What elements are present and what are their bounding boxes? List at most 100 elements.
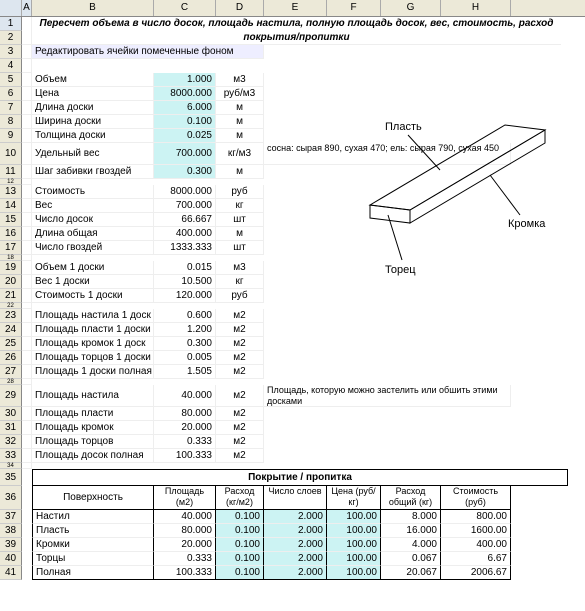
rowhead[interactable]: 21 bbox=[0, 289, 22, 303]
table-row-cons[interactable]: 0.100 bbox=[216, 510, 264, 524]
rowhead[interactable]: 16 bbox=[0, 227, 22, 241]
rowhead[interactable]: 26 bbox=[0, 351, 22, 365]
colhead-A[interactable]: A bbox=[22, 0, 32, 16]
colhead-F[interactable]: F bbox=[327, 0, 381, 16]
val-in4[interactable]: 0.025 bbox=[154, 129, 216, 143]
table-row-price[interactable]: 100.00 bbox=[327, 510, 381, 524]
table-row-area: 0.333 bbox=[154, 552, 216, 566]
table-row-price[interactable]: 100.00 bbox=[327, 538, 381, 552]
label-r1-4: Число гвоздей bbox=[32, 241, 154, 255]
unit-ta3: м2 bbox=[216, 435, 264, 449]
rowhead[interactable]: 2 bbox=[0, 31, 22, 45]
label-r1-1: Вес bbox=[32, 199, 154, 213]
colhead-H[interactable]: H bbox=[441, 0, 511, 16]
rowhead[interactable]: 15 bbox=[0, 213, 22, 227]
table-row-price[interactable]: 100.00 bbox=[327, 524, 381, 538]
table-row-layers[interactable]: 2.000 bbox=[264, 538, 327, 552]
colhead-B[interactable]: B bbox=[32, 0, 154, 16]
rowhead[interactable]: 19 bbox=[0, 261, 22, 275]
unit-ta2: м2 bbox=[216, 421, 264, 435]
table-row-price[interactable]: 100.00 bbox=[327, 566, 381, 580]
colhead-G[interactable]: G bbox=[381, 0, 441, 16]
val-in2[interactable]: 6.000 bbox=[154, 101, 216, 115]
rowhead[interactable]: 13 bbox=[0, 185, 22, 199]
rowhead[interactable]: 9 bbox=[0, 129, 22, 143]
rowhead[interactable]: 27 bbox=[0, 365, 22, 379]
val-density[interactable]: 700.000 bbox=[154, 143, 216, 165]
val-ta2: 20.000 bbox=[154, 421, 216, 435]
table-row-cons[interactable]: 0.100 bbox=[216, 524, 264, 538]
rowhead[interactable]: 38 bbox=[0, 524, 22, 538]
rowhead[interactable]: 32 bbox=[0, 435, 22, 449]
val-in1[interactable]: 8000.000 bbox=[154, 87, 216, 101]
unit-in1: руб/м3 bbox=[216, 87, 264, 101]
rowhead[interactable]: 37 bbox=[0, 510, 22, 524]
label-r1-2: Число досок bbox=[32, 213, 154, 227]
rowhead[interactable]: 24 bbox=[0, 323, 22, 337]
rowhead[interactable]: 36 bbox=[0, 486, 22, 510]
val-in3[interactable]: 0.100 bbox=[154, 115, 216, 129]
label-pba-2: Площадь кромок 1 доск bbox=[32, 337, 154, 351]
colhead-E[interactable]: E bbox=[264, 0, 327, 16]
val-nailstep[interactable]: 0.300 bbox=[154, 165, 216, 179]
table-row-cons[interactable]: 0.100 bbox=[216, 566, 264, 580]
rowhead[interactable]: 17 bbox=[0, 241, 22, 255]
rowhead[interactable]: 40 bbox=[0, 552, 22, 566]
table-row-label: Торцы bbox=[32, 552, 154, 566]
unit-r1-4: шт bbox=[216, 241, 264, 255]
label-pba-3: Площадь торцов 1 доски bbox=[32, 351, 154, 365]
rowhead[interactable]: 35 bbox=[0, 469, 22, 486]
rowhead[interactable]: 33 bbox=[0, 449, 22, 463]
rowhead[interactable]: 3 bbox=[0, 45, 22, 59]
table-row-area: 40.000 bbox=[154, 510, 216, 524]
rowhead[interactable]: 5 bbox=[0, 73, 22, 87]
rowhead[interactable]: 11 bbox=[0, 165, 22, 179]
rowhead[interactable]: 1 bbox=[0, 17, 22, 31]
rowhead[interactable]: 30 bbox=[0, 407, 22, 421]
table-row-cost: 1600.00 bbox=[441, 524, 511, 538]
table-row-layers[interactable]: 2.000 bbox=[264, 510, 327, 524]
table-row-layers[interactable]: 2.000 bbox=[264, 566, 327, 580]
colhead-C[interactable]: C bbox=[154, 0, 216, 16]
rowhead[interactable]: 41 bbox=[0, 566, 22, 580]
val-r1-3: 400.000 bbox=[154, 227, 216, 241]
rowhead[interactable]: 31 bbox=[0, 421, 22, 435]
rowhead[interactable]: 8 bbox=[0, 115, 22, 129]
table-row-area: 20.000 bbox=[154, 538, 216, 552]
rowhead[interactable]: 10 bbox=[0, 143, 22, 165]
table-row-price[interactable]: 100.00 bbox=[327, 552, 381, 566]
colhead-D[interactable]: D bbox=[216, 0, 264, 16]
unit-r1-1: кг bbox=[216, 199, 264, 213]
label-in2: Длина доски bbox=[32, 101, 154, 115]
rowhead[interactable]: 4 bbox=[0, 59, 22, 73]
sheet-body[interactable]: Пересчет объема в число досок, площадь н… bbox=[22, 17, 585, 580]
column-headers[interactable]: A B C D E F G H bbox=[0, 0, 585, 17]
rowhead[interactable]: 23 bbox=[0, 309, 22, 323]
table-row-cons[interactable]: 0.100 bbox=[216, 552, 264, 566]
unit-pb-0: м3 bbox=[216, 261, 264, 275]
val-ta1: 80.000 bbox=[154, 407, 216, 421]
rowhead[interactable]: 14 bbox=[0, 199, 22, 213]
rowhead[interactable]: 29 bbox=[0, 385, 22, 407]
table-row-layers[interactable]: 2.000 bbox=[264, 524, 327, 538]
table-row-area: 80.000 bbox=[154, 524, 216, 538]
unit-pba-2: м2 bbox=[216, 337, 264, 351]
rowhead[interactable]: 6 bbox=[0, 87, 22, 101]
rowhead[interactable]: 25 bbox=[0, 337, 22, 351]
val-pba-2: 0.300 bbox=[154, 337, 216, 351]
val-r1-2: 66.667 bbox=[154, 213, 216, 227]
val-r1-4: 1333.333 bbox=[154, 241, 216, 255]
colhead-rowcorner[interactable] bbox=[0, 0, 22, 16]
table-row-cons[interactable]: 0.100 bbox=[216, 538, 264, 552]
label-ta4: Площадь досок полная bbox=[32, 449, 154, 463]
unit-r1-0: руб bbox=[216, 185, 264, 199]
rowhead[interactable]: 7 bbox=[0, 101, 22, 115]
row-headers[interactable]: 1 2 3 4 5 6 7 8 9 10 11 12 13 14 15 16 1… bbox=[0, 17, 22, 580]
rowhead[interactable]: 39 bbox=[0, 538, 22, 552]
table-row-cost: 400.00 bbox=[441, 538, 511, 552]
label-pb-2: Стоимость 1 доски bbox=[32, 289, 154, 303]
table-row-layers[interactable]: 2.000 bbox=[264, 552, 327, 566]
val-ta4: 100.333 bbox=[154, 449, 216, 463]
rowhead[interactable]: 20 bbox=[0, 275, 22, 289]
val-in0[interactable]: 1.000 bbox=[154, 73, 216, 87]
